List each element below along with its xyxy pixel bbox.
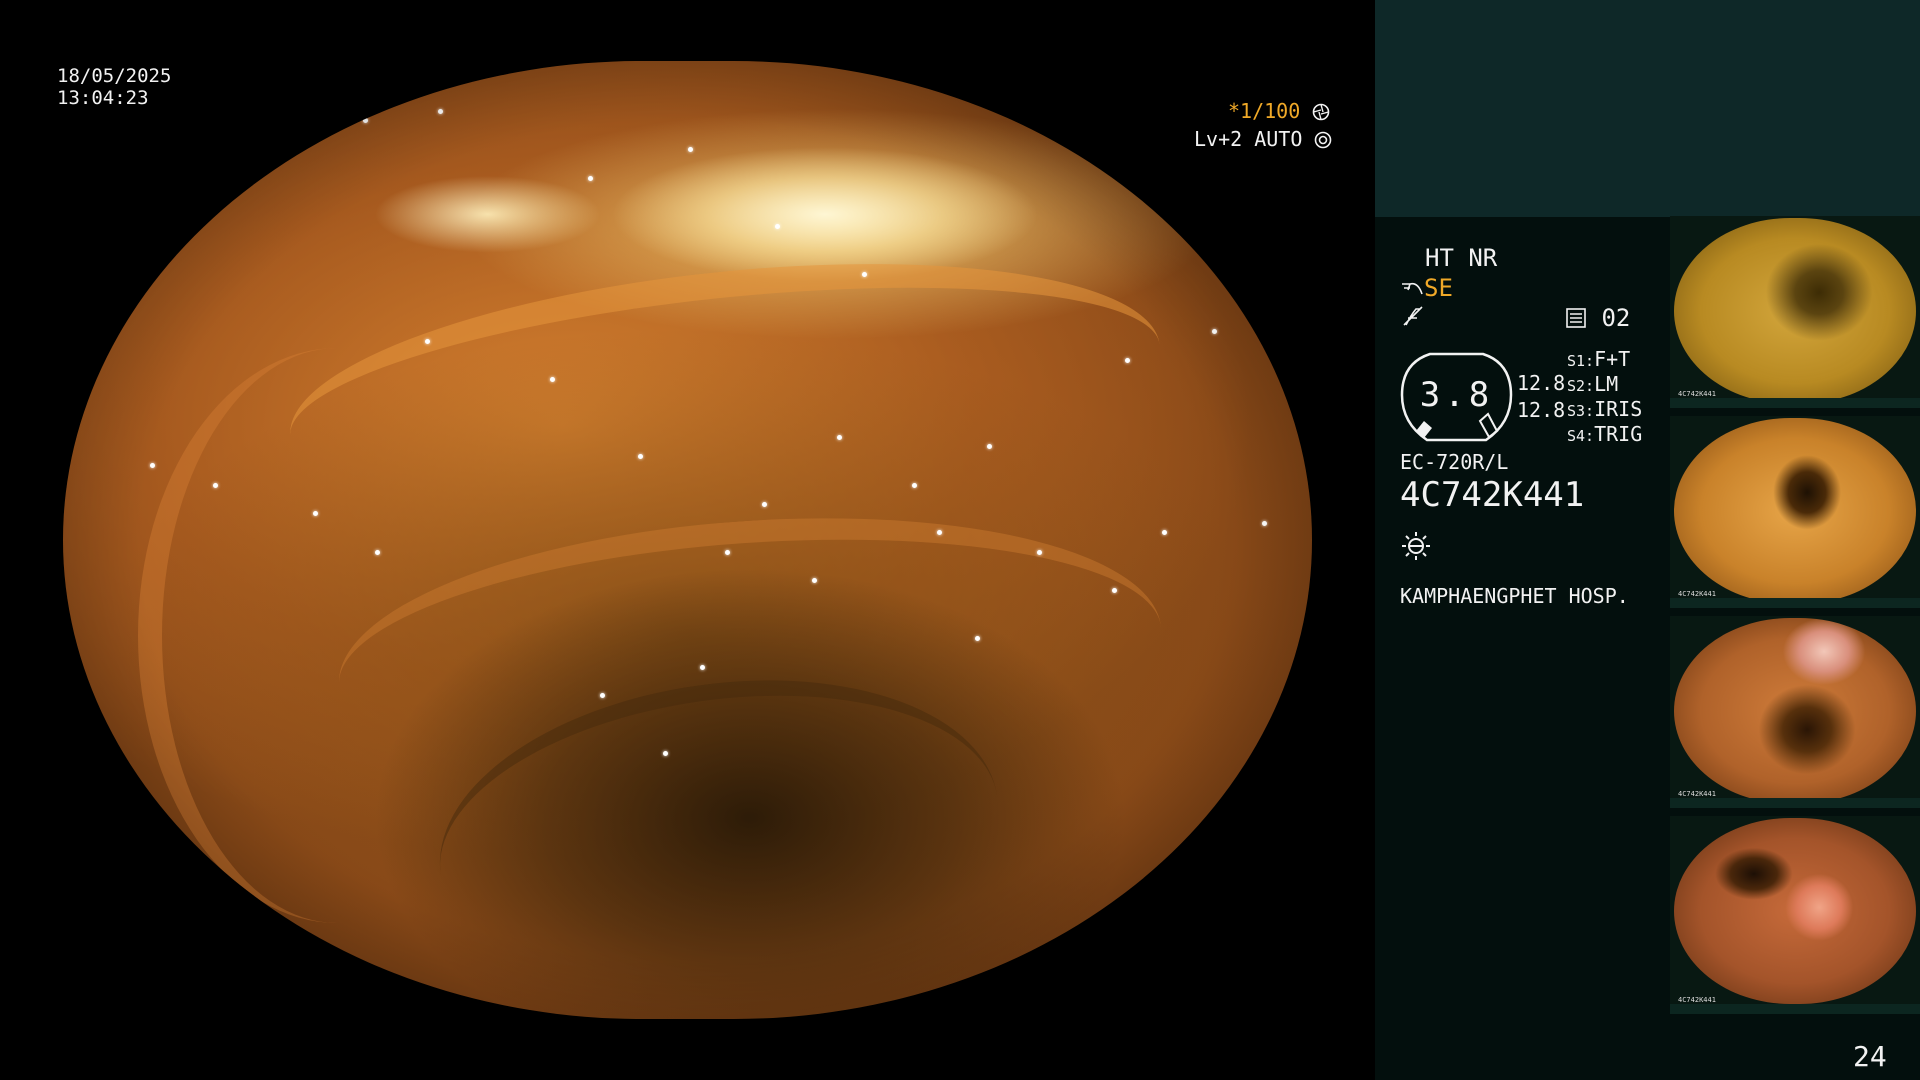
gauge-value: 3.8	[1419, 375, 1494, 415]
switch-s2: S2:LM	[1567, 372, 1619, 396]
thumbnail-caption: 4C742K441	[1678, 590, 1716, 598]
hospital-name: KAMPHAENGPHET HOSP.	[1400, 584, 1629, 608]
iris-icon	[1315, 131, 1332, 149]
date-time-readout: 18/05/2025 13:04:23	[57, 65, 171, 109]
gauge-side-value-1: 12.8	[1517, 371, 1566, 395]
time-text: 13:04:23	[57, 87, 149, 109]
thumbnail-footer	[1670, 598, 1920, 608]
thumbnail-caption: 4C742K441	[1678, 390, 1716, 398]
endoscopy-screen: 18/05/2025 13:04:23 *1/100 Lv+2 AUTO HT …	[0, 0, 1920, 1080]
shutter-icon	[1312, 103, 1330, 121]
gauge-side-value-2: 12.8	[1517, 398, 1566, 422]
switch-s1: S1:F+T	[1567, 347, 1631, 371]
thumbnail-image	[1674, 418, 1916, 604]
light-level-text: Lv+2 AUTO	[1194, 127, 1303, 151]
captured-thumbnail-2[interactable]: 4C742K441	[1670, 416, 1920, 608]
mode-se-label: SE	[1424, 274, 1453, 302]
structure-enhance-icon	[1402, 282, 1423, 295]
scope-model: EC-720R/L	[1400, 450, 1509, 474]
thumbnail-caption: 4C742K441	[1678, 790, 1716, 798]
view-vignette	[63, 61, 1312, 1019]
thumbnail-image	[1674, 618, 1916, 804]
captured-thumbnail-1[interactable]: 4C742K441	[1670, 216, 1920, 408]
thumbnail-image	[1674, 218, 1916, 404]
light-source-icon	[1402, 532, 1430, 560]
endoscopic-view	[63, 61, 1312, 1019]
blank-panel-area	[1375, 0, 1920, 217]
color-enhance-icon	[1403, 306, 1423, 326]
thumbnail-footer	[1670, 798, 1920, 808]
page-number: 24	[1853, 1040, 1887, 1073]
record-counter: 02	[1565, 304, 1630, 332]
shutter-text: *1/100	[1228, 99, 1301, 123]
switch-s4: S4:TRIG	[1567, 422, 1643, 446]
captured-thumbnail-3[interactable]: 4C742K441	[1670, 616, 1920, 808]
shutter-readout: *1/100	[1228, 100, 1330, 122]
record-icon	[1566, 308, 1586, 328]
mode-ht-nr: HT NR	[1425, 244, 1498, 272]
date-text: 18/05/2025	[57, 65, 172, 87]
thumbnail-footer	[1670, 1004, 1920, 1014]
thumbnail-caption: 4C742K441	[1678, 996, 1716, 1004]
light-level-readout: Lv+2 AUTO	[1194, 128, 1332, 150]
thumbnail-footer	[1670, 398, 1920, 408]
mode-se-indicator: SE	[1400, 274, 1453, 302]
thumbnail-image	[1674, 818, 1916, 1004]
switch-s3: S3:IRIS	[1567, 397, 1643, 421]
record-count-text: 02	[1601, 304, 1631, 332]
mode-f-indicator	[1402, 305, 1424, 333]
captured-thumbnail-4[interactable]: 4C742K441	[1670, 816, 1920, 1014]
scope-serial: 4C742K441	[1400, 475, 1585, 515]
